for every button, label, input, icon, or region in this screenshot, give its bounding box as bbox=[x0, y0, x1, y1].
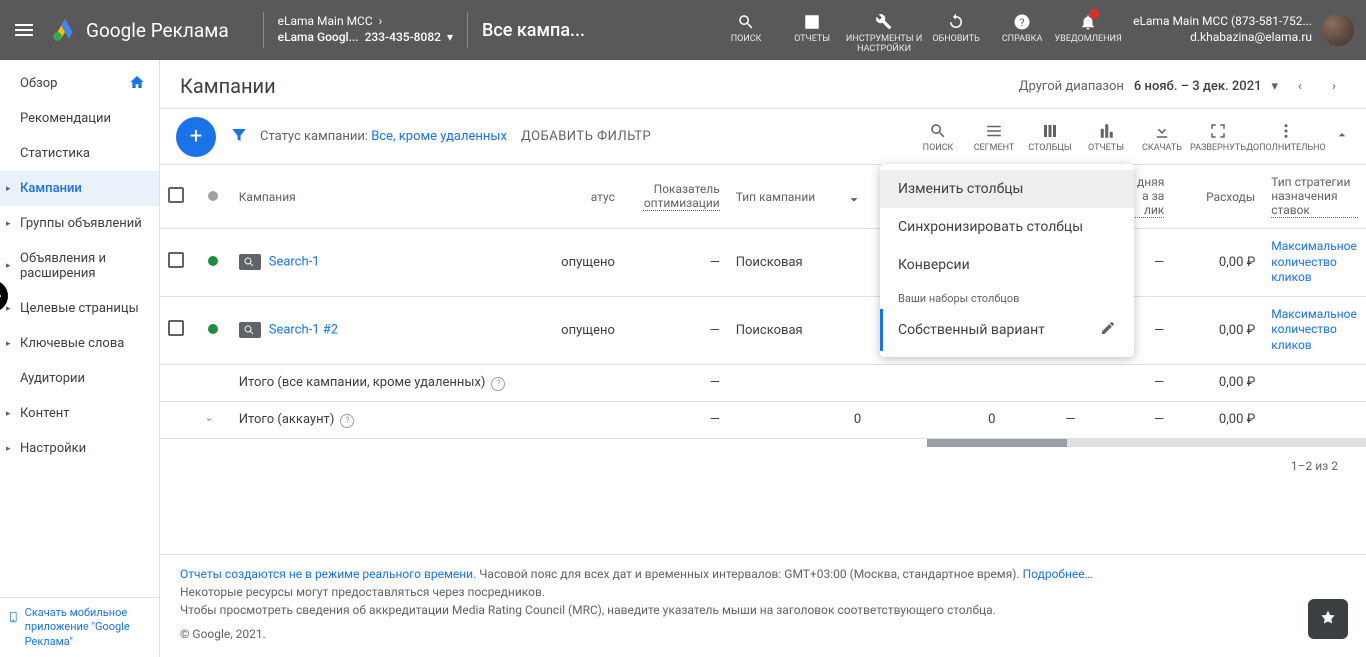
main-content: Кампании Другой диапазон 6 нояб. – 3 дек… bbox=[160, 60, 1366, 657]
bid-strategy-link[interactable]: Максимальное количество кликов bbox=[1271, 307, 1358, 354]
sidebar-item-campaigns[interactable]: ▸Кампании bbox=[0, 171, 159, 206]
account-selector[interactable]: eLama Main MCC › eLama Googl... 233-435-… bbox=[278, 14, 453, 45]
header-refresh[interactable]: ОБНОВИТЬ bbox=[923, 5, 989, 45]
notification-badge bbox=[1089, 9, 1099, 19]
chevron-right-icon: ▸ bbox=[6, 261, 11, 271]
table-row[interactable]: Search-1 опущено — Поисковая — 0,00 ₽ Ма… bbox=[160, 229, 1366, 297]
select-all-checkbox[interactable] bbox=[168, 187, 184, 203]
footer-link[interactable]: Отчеты создаются не в режиме реального в… bbox=[180, 567, 476, 581]
total-row: › Итого (аккаунт)? — 0 0— — 0,00 ₽ bbox=[160, 401, 1366, 438]
campaign-link[interactable]: Search-1 #2 bbox=[269, 323, 338, 338]
sidebar-item-insights[interactable]: Статистика bbox=[0, 136, 159, 171]
page-footer: Отчеты создаются не в режиме реального в… bbox=[160, 554, 1366, 657]
header-tools[interactable]: ИНСТРУМЕНТЫ И НАСТРОЙКИ bbox=[845, 5, 923, 55]
tool-reports[interactable]: ОТЧЕТЫ bbox=[1078, 121, 1134, 153]
sidebar-item-ads[interactable]: ▸Объявления и расширения bbox=[0, 241, 159, 291]
tool-segment[interactable]: СЕГМЕНТ bbox=[966, 121, 1022, 153]
columns-dropdown: Изменить столбцы Синхронизировать столбц… bbox=[880, 164, 1134, 357]
sidebar-item-keywords[interactable]: ▸Ключевые слова bbox=[0, 326, 159, 361]
download-app-link[interactable]: Скачать мобильное приложение "Google Рек… bbox=[0, 597, 159, 657]
header-search[interactable]: ПОИСК bbox=[713, 5, 779, 45]
user-menu[interactable]: eLama Main MCC (873-581-752... d.khabazi… bbox=[1133, 14, 1354, 46]
collapse-toolbar-button[interactable] bbox=[1334, 127, 1350, 147]
expand-icon[interactable]: › bbox=[204, 418, 217, 421]
product-name: Google Реклама bbox=[86, 19, 229, 42]
row-checkbox[interactable] bbox=[168, 252, 184, 268]
dropdown-sync-columns[interactable]: Синхронизировать столбцы bbox=[880, 208, 1134, 246]
page-title: Кампании bbox=[180, 74, 276, 98]
horizontal-scrollbar[interactable] bbox=[927, 439, 1366, 447]
campaign-type-icon bbox=[239, 254, 261, 270]
status-header-icon[interactable] bbox=[208, 191, 218, 201]
pagination: 1–2 из 2 bbox=[160, 447, 1366, 485]
tool-more[interactable]: ДОПОЛНИТЕЛЬНО bbox=[1246, 121, 1326, 153]
sidebar-item-overview[interactable]: Обзор bbox=[0, 66, 159, 101]
svg-text:?: ? bbox=[1020, 16, 1025, 29]
help-icon[interactable]: ? bbox=[491, 377, 505, 391]
status-filter[interactable]: Статус кампании: Все, кроме удаленных bbox=[260, 129, 507, 144]
status-indicator bbox=[208, 256, 218, 266]
tool-search[interactable]: ПОИСК bbox=[910, 121, 966, 153]
add-campaign-button[interactable]: + bbox=[176, 117, 216, 157]
sidebar-item-recommendations[interactable]: Рекомендации bbox=[0, 101, 159, 136]
campaigns-table: Кампания атус Показатель оптимизации Тип… bbox=[160, 165, 1366, 439]
dropdown-section-header: Ваши наборы столбцов bbox=[880, 284, 1134, 309]
help-fab[interactable] bbox=[1308, 599, 1348, 639]
sidebar-item-content[interactable]: ▸Контент bbox=[0, 396, 159, 431]
dropdown-icon: ▾ bbox=[447, 30, 453, 46]
chevron-right-icon: ▸ bbox=[6, 304, 11, 314]
add-filter-button[interactable]: ДОБАВИТЬ ФИЛЬТР bbox=[521, 129, 651, 144]
header-notifications[interactable]: УВЕДОМЛЕНИЯ bbox=[1055, 5, 1121, 45]
total-row: Итого (все кампании, кроме удаленных)? —… bbox=[160, 364, 1366, 401]
edit-icon[interactable] bbox=[1100, 320, 1116, 340]
header-help[interactable]: ? СПРАВКА bbox=[989, 5, 1055, 45]
sidebar-item-settings[interactable]: ▸Настройки bbox=[0, 431, 159, 466]
campaign-type-icon bbox=[239, 322, 261, 338]
menu-icon[interactable] bbox=[12, 18, 36, 42]
table-row[interactable]: Search-1 #2 опущено — Поисковая — 0,00 ₽… bbox=[160, 296, 1366, 364]
sidebar: Обзор Рекомендации Статистика ▸Кампании … bbox=[0, 60, 160, 657]
chevron-right-icon: ▸ bbox=[6, 339, 11, 349]
chevron-right-icon: › bbox=[379, 14, 383, 30]
row-checkbox[interactable] bbox=[168, 320, 184, 336]
all-campaigns-button[interactable]: Все кампа... bbox=[482, 20, 585, 41]
filter-icon[interactable] bbox=[230, 126, 248, 148]
status-indicator bbox=[208, 324, 218, 334]
dropdown-conversions[interactable]: Конверсии bbox=[880, 246, 1134, 284]
sidebar-item-landing[interactable]: ▸Целевые страницы bbox=[0, 291, 159, 326]
sort-column[interactable] bbox=[839, 165, 869, 229]
chevron-right-icon: ▸ bbox=[6, 219, 11, 229]
sidebar-item-audiences[interactable]: Аудитории bbox=[0, 361, 159, 396]
dropdown-icon: ▾ bbox=[1271, 79, 1278, 94]
sidebar-item-adgroups[interactable]: ▸Группы объявлений bbox=[0, 206, 159, 241]
dropdown-custom-set[interactable]: Собственный вариант bbox=[880, 309, 1134, 351]
chevron-right-icon: ▸ bbox=[6, 444, 11, 454]
chevron-right-icon: ▸ bbox=[6, 184, 11, 194]
help-icon[interactable]: ? bbox=[340, 414, 354, 428]
tool-download[interactable]: СКАЧАТЬ bbox=[1134, 121, 1190, 153]
date-range-selector[interactable]: Другой диапазон 6 нояб. – 3 дек. 2021 ▾ … bbox=[1019, 74, 1346, 98]
header-reports[interactable]: ОТЧЕТЫ bbox=[779, 5, 845, 45]
dropdown-modify-columns[interactable]: Изменить столбцы bbox=[880, 170, 1134, 208]
tool-columns[interactable]: СТОЛБЦЫ bbox=[1022, 121, 1078, 153]
home-icon bbox=[129, 74, 145, 94]
bid-strategy-link[interactable]: Максимальное количество кликов bbox=[1271, 239, 1358, 286]
next-period-button[interactable]: › bbox=[1322, 74, 1346, 98]
chevron-right-icon: ▸ bbox=[6, 409, 11, 419]
app-header: Google Реклама eLama Main MCC › eLama Go… bbox=[0, 0, 1366, 60]
tool-expand[interactable]: РАЗВЕРНУТЬ bbox=[1190, 121, 1246, 153]
logo[interactable]: Google Реклама bbox=[52, 17, 229, 43]
campaign-link[interactable]: Search-1 bbox=[269, 255, 320, 270]
avatar[interactable] bbox=[1322, 14, 1354, 46]
prev-period-button[interactable]: ‹ bbox=[1288, 74, 1312, 98]
footer-link[interactable]: Подробнее… bbox=[1023, 567, 1093, 581]
